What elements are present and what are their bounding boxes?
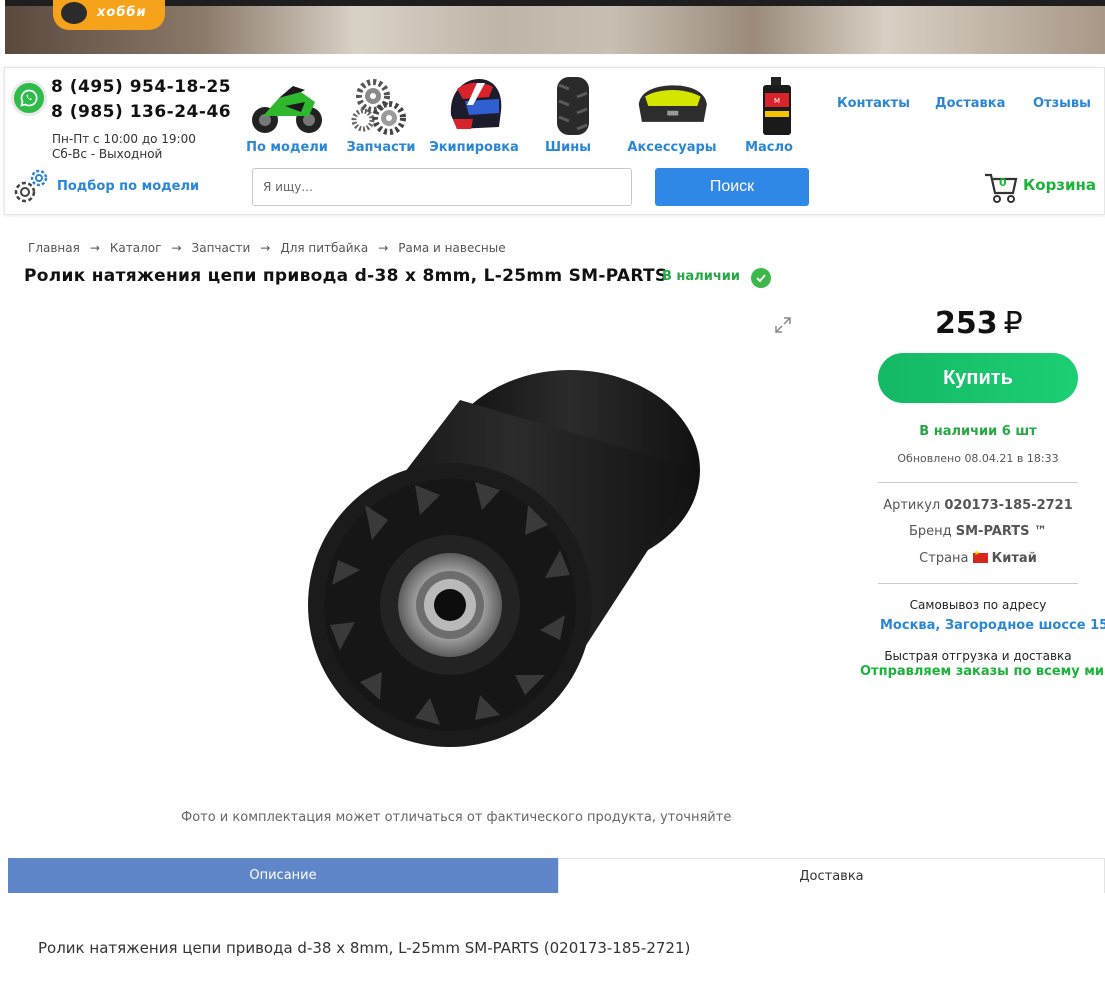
category-gear[interactable]: Экипировка [429, 74, 519, 155]
link-contacts[interactable]: Контакты [837, 96, 910, 111]
divider [878, 482, 1078, 483]
pickup-address-link[interactable]: Москва, Загородное шоссе 15к1 [880, 618, 1105, 633]
breadcrumb-home[interactable]: Главная [28, 241, 80, 255]
breadcrumb-pitbike[interactable]: Для питбайка [280, 241, 368, 255]
category-label: Экипировка [429, 140, 519, 155]
breadcrumb-separator: → [171, 241, 182, 255]
model-selector-link[interactable]: Подбор по модели [57, 179, 199, 194]
motorcycle-icon [249, 74, 325, 138]
hours-weekend: Сб-Вс - Выходной [52, 147, 163, 161]
china-flag-icon [972, 549, 988, 563]
topcase-icon [634, 74, 710, 138]
currency-symbol: ₽ [1003, 306, 1023, 341]
product-image[interactable] [270, 330, 740, 800]
link-reviews[interactable]: Отзывы [1033, 96, 1091, 111]
link-delivery[interactable]: Доставка [935, 96, 1005, 111]
check-icon [751, 268, 771, 288]
tire-icon [535, 74, 611, 138]
spec-label: Бренд [908, 524, 952, 539]
breadcrumb-frame[interactable]: Рама и навесные [398, 241, 505, 255]
spec-country: Страна Китай [878, 549, 1078, 566]
price-value: 253 [935, 306, 998, 341]
model-selector-gear-icon[interactable] [9, 168, 49, 206]
category-label: Аксессуары [627, 140, 717, 155]
category-parts[interactable]: Запчасти [341, 74, 421, 155]
divider [878, 583, 1078, 584]
breadcrumb-parts[interactable]: Запчасти [192, 241, 251, 255]
description-text: Ролик натяжения цепи привода d-38 x 8mm,… [38, 939, 691, 957]
photo-disclaimer: Фото и комплектация может отличаться от … [181, 810, 732, 825]
banner-topline [5, 0, 1105, 6]
cart-count: 0 [999, 176, 1007, 189]
spec-label: Артикул [883, 498, 941, 513]
shipping-label: Быстрая отгрузка и доставка [884, 649, 1072, 663]
search-button[interactable]: Поиск [655, 168, 809, 206]
worldwide-shipping: Отправляем заказы по всему миру [860, 664, 1105, 679]
spec-brand: Бренд SM-PARTS ™ [878, 524, 1078, 539]
tab-description[interactable]: Описание [8, 858, 558, 893]
category-label: Масло [745, 140, 793, 155]
updated-timestamp: Обновлено 08.04.21 в 18:33 [897, 452, 1059, 465]
stock-quantity: В наличии 6 шт [919, 424, 1037, 439]
spec-label: Страна [919, 551, 969, 566]
category-oil[interactable]: M Масло [739, 74, 799, 155]
category-label: По модели [246, 140, 328, 155]
breadcrumb-separator: → [378, 241, 389, 255]
helmet-icon [436, 74, 512, 138]
phone-number-2[interactable]: 8 (985) 136-24-46 [51, 102, 231, 122]
hours-weekday: Пн-Пт с 10:00 до 19:00 [52, 132, 196, 146]
sprockets-icon [343, 74, 419, 138]
page-title: Ролик натяжения цепи привода d-38 x 8mm,… [24, 266, 668, 286]
category-by-model[interactable]: По модели [245, 74, 329, 155]
product-price: 253 ₽ [935, 306, 1023, 341]
cart-icon[interactable]: 0 [983, 171, 1019, 205]
buy-button[interactable]: Купить [878, 353, 1078, 403]
logo-text: хобби [97, 5, 147, 20]
breadcrumb: Главная → Каталог → Запчасти → Для питба… [28, 241, 506, 255]
top-banner: хобби [5, 0, 1105, 54]
spec-article: Артикул 020173-185-2721 [878, 498, 1078, 513]
category-accessories[interactable]: Аксессуары [617, 74, 727, 155]
spec-value: Китай [991, 551, 1037, 566]
whatsapp-icon[interactable] [11, 80, 47, 116]
category-tires[interactable]: Шины [535, 74, 601, 155]
breadcrumb-separator: → [260, 241, 271, 255]
breadcrumb-catalog[interactable]: Каталог [110, 241, 162, 255]
product-tabs: Описание Доставка [8, 858, 1105, 893]
site-logo[interactable]: хобби [53, 0, 165, 30]
expand-icon[interactable] [774, 316, 792, 334]
spec-value: SM-PARTS ™ [955, 524, 1048, 539]
search-input[interactable] [252, 168, 632, 206]
svg-text:M: M [774, 97, 780, 105]
spec-value: 020173-185-2721 [944, 498, 1073, 513]
breadcrumb-separator: → [89, 241, 100, 255]
phone-number-1[interactable]: 8 (495) 954-18-25 [51, 77, 231, 97]
logo-rider-icon [61, 2, 87, 24]
tab-delivery[interactable]: Доставка [558, 858, 1105, 893]
availability-badge: В наличии [662, 269, 740, 284]
cart-link[interactable]: Корзина [1023, 176, 1096, 194]
site-header: 8 (495) 954-18-25 8 (985) 136-24-46 Пн-П… [4, 67, 1105, 215]
pickup-label: Самовывоз по адресу [909, 598, 1047, 612]
category-label: Запчасти [346, 140, 416, 155]
category-label: Шины [545, 140, 591, 155]
oil-bottle-icon: M [739, 74, 815, 138]
